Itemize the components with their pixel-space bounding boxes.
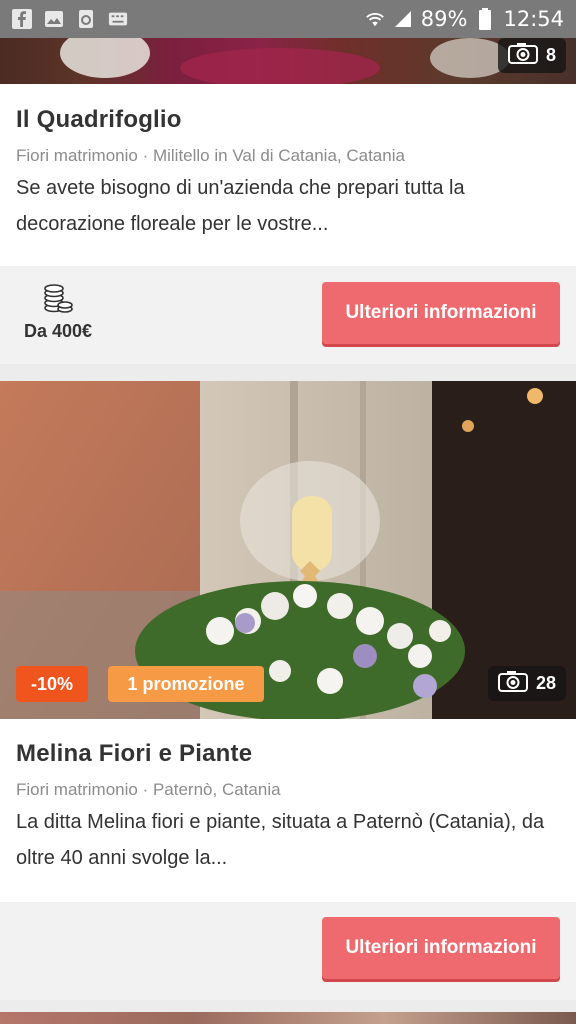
- listing-description: Se avete bisogno di un'azienda che prepa…: [16, 177, 465, 235]
- status-bar: 89% 12:54: [0, 0, 576, 38]
- listing-footer: Ulteriori informazioni: [0, 902, 576, 1000]
- battery-percent: 89%: [420, 7, 468, 31]
- photo-count: 8: [545, 45, 556, 65]
- promotion-tag[interactable]: 1 promozione: [108, 666, 264, 702]
- notification-icons: [12, 9, 128, 29]
- gallery-icon: [44, 9, 64, 29]
- wifi-icon: [365, 9, 385, 29]
- system-status: 89% 12:54: [365, 7, 564, 31]
- more-info-button[interactable]: Ulteriori informazioni: [322, 282, 560, 344]
- camera-icon: [497, 670, 528, 697]
- listing-card[interactable]: Il Quadrifoglio Fiori matrimonio · Milit…: [0, 84, 576, 266]
- signal-icon: [393, 9, 413, 29]
- photo-count-badge[interactable]: 28: [487, 666, 566, 701]
- keyboard-icon: [108, 9, 128, 29]
- clock: 12:54: [503, 7, 564, 31]
- battery-icon: [475, 8, 495, 30]
- listing-footer: Da 400€ Ulteriori informazioni: [0, 266, 576, 364]
- listing-title[interactable]: Melina Fiori e Piante: [16, 740, 560, 768]
- listing-photo[interactable]: 8: [0, 38, 576, 84]
- chair-cover: [180, 48, 380, 84]
- photo-count-badge[interactable]: 8: [497, 38, 566, 73]
- listing-meta: Fiori matrimonio · Militello in Val di C…: [16, 146, 405, 165]
- listing-card[interactable]: Melina Fiori e Piante Fiori matrimonio ·…: [0, 719, 576, 902]
- photo-count: 28: [535, 673, 556, 693]
- discount-tag: -10%: [16, 666, 88, 702]
- facebook-icon: [12, 9, 32, 29]
- listing-title[interactable]: Il Quadrifoglio: [16, 106, 560, 134]
- recycle-icon: [76, 9, 96, 29]
- price: Da 400€: [24, 321, 93, 341]
- coins-icon: [42, 284, 74, 319]
- next-listing-photo[interactable]: [0, 1012, 576, 1024]
- more-info-button[interactable]: Ulteriori informazioni: [322, 917, 560, 979]
- flower-decoration: [60, 38, 150, 78]
- listing-description: La ditta Melina fiori e piante, situata …: [16, 811, 545, 869]
- price-block: Da 400€: [24, 284, 92, 342]
- listing-meta: Fiori matrimonio · Paternò, Catania: [16, 780, 281, 799]
- camera-icon: [507, 42, 538, 69]
